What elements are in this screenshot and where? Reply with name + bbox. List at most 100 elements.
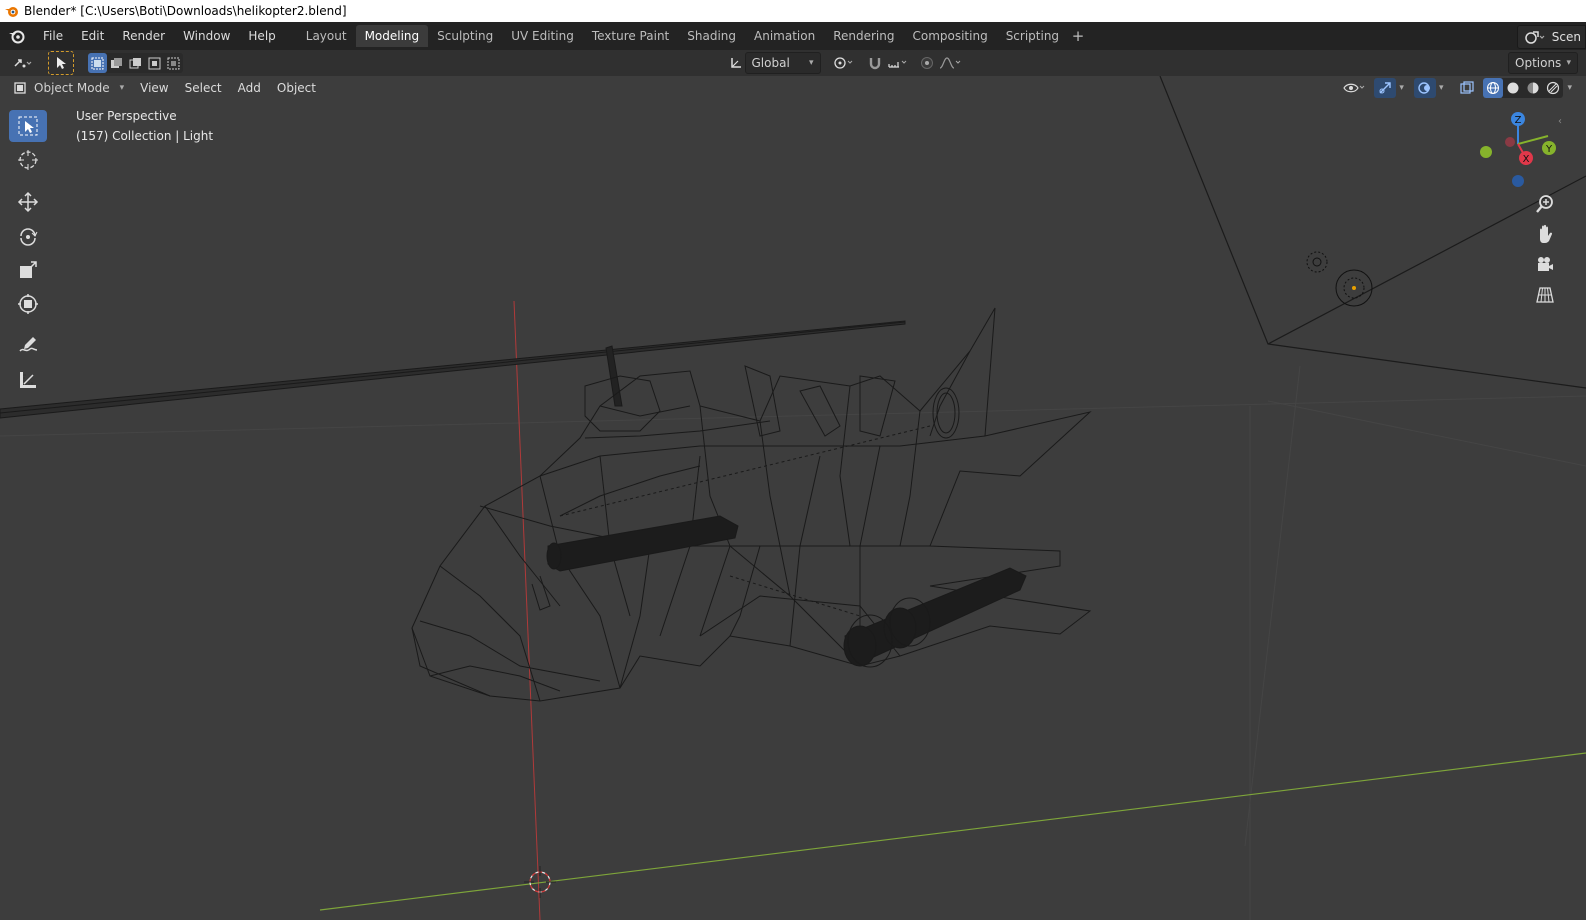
tab-layout[interactable]: Layout [297, 25, 356, 47]
gizmo-y-axis[interactable]: Y [1542, 141, 1556, 155]
gizmo-negative-z-dot[interactable] [1512, 175, 1524, 187]
collection-label: (157) Collection | Light [76, 129, 214, 143]
navigation-gizmo[interactable]: Z Y X [1476, 106, 1566, 196]
move-tool[interactable] [9, 186, 47, 218]
scale-tool[interactable] [9, 254, 47, 286]
shading-dropdown-chevron-icon[interactable]: ▾ [1567, 83, 1572, 93]
x-axis-line [513, 300, 541, 920]
blender-menu-button[interactable] [0, 28, 34, 44]
object-visibility-dropdown[interactable] [1340, 78, 1370, 98]
shading-solid-button[interactable] [1503, 78, 1523, 98]
viewport-menu-select[interactable]: Select [177, 78, 230, 98]
gizmo-z-label: Z [1515, 115, 1522, 126]
shading-wireframe-button[interactable] [1483, 78, 1504, 98]
menu-edit[interactable]: Edit [72, 25, 113, 47]
tab-modeling[interactable]: Modeling [355, 25, 429, 47]
select-box-tool[interactable] [9, 110, 47, 142]
ruler-icon [20, 372, 36, 388]
3d-viewport[interactable]: User Perspective (157) Collection | Ligh… [0, 76, 1586, 920]
rendered-sphere-icon [1547, 81, 1560, 95]
select-mode-new-button[interactable] [88, 53, 107, 73]
gizmo-x-axis[interactable]: X [1519, 151, 1533, 165]
snap-toggle-button[interactable] [865, 53, 885, 73]
tab-scripting[interactable]: Scripting [997, 25, 1068, 47]
viewport-menu-object[interactable]: Object [269, 78, 324, 98]
editor-type-icon [14, 59, 32, 68]
gizmo-negative-x-dot[interactable] [1505, 137, 1515, 147]
orthographic-toggle-button[interactable] [1530, 281, 1560, 309]
object-mode-dropdown[interactable]: Object Mode ▾ [8, 78, 128, 98]
zoom-button[interactable] [1530, 190, 1560, 218]
menu-file[interactable]: File [34, 25, 72, 47]
viewport-menu-add[interactable]: Add [230, 78, 269, 98]
menu-help[interactable]: Help [239, 25, 284, 47]
selection-mode-group [88, 53, 183, 73]
select-mode-invert-button[interactable] [145, 53, 164, 73]
camera-view-button[interactable] [1530, 251, 1560, 279]
shading-material-button[interactable] [1523, 78, 1543, 98]
pivot-point-dropdown[interactable] [829, 53, 859, 73]
rotate-tool[interactable] [9, 220, 47, 252]
editor-type-button[interactable] [8, 53, 38, 73]
gizmo-icon [1379, 82, 1392, 94]
tab-animation[interactable]: Animation [745, 25, 824, 47]
select-mode-intersect-button[interactable] [164, 53, 183, 73]
chevron-down-icon: ▾ [119, 83, 125, 93]
eye-icon [1343, 83, 1365, 93]
xray-toggle-button[interactable] [1457, 78, 1477, 98]
overlays-toggle-button[interactable] [1413, 78, 1436, 98]
gizmo-toggle-button[interactable] [1374, 78, 1397, 98]
light-object [1306, 251, 1328, 273]
pan-button[interactable] [1530, 220, 1560, 248]
transform-orientation-icon-button [727, 53, 745, 73]
select-subtract-icon [129, 57, 141, 68]
transform-orientation-dropdown[interactable]: Global ▾ [744, 52, 821, 74]
tab-uv-editing[interactable]: UV Editing [502, 25, 583, 47]
overlays-dropdown-chevron-icon[interactable]: ▾ [1439, 83, 1444, 93]
viewport-menu-view[interactable]: View [132, 78, 176, 98]
snap-target-dropdown[interactable] [885, 53, 911, 73]
select-mode-extend-button[interactable] [107, 53, 126, 73]
add-workspace-button[interactable]: + [1068, 27, 1088, 45]
select-tool-settings-button[interactable] [48, 51, 74, 75]
gizmo-negative-y-dot[interactable] [1480, 146, 1492, 158]
measure-tool[interactable] [9, 364, 47, 396]
chevron-down-icon: ▾ [808, 58, 814, 68]
magnet-icon [869, 58, 880, 70]
select-mode-subtract-button[interactable] [126, 53, 145, 73]
menu-window[interactable]: Window [174, 25, 239, 47]
viewport-scene [0, 76, 1586, 920]
scene-name: Scen [1551, 30, 1581, 44]
menu-render[interactable]: Render [113, 25, 174, 47]
shading-rendered-button[interactable] [1543, 78, 1563, 98]
transform-icon [18, 294, 38, 314]
camera-light-object [1335, 269, 1373, 307]
tab-rendering[interactable]: Rendering [824, 25, 903, 47]
snap-increment-icon [887, 60, 906, 68]
tab-compositing[interactable]: Compositing [903, 25, 996, 47]
scene-icon [1525, 31, 1545, 44]
transform-tool[interactable] [9, 288, 47, 320]
material-sphere-icon [1527, 82, 1539, 94]
gizmo-z-axis[interactable]: Z [1511, 112, 1525, 126]
tab-sculpting[interactable]: Sculpting [428, 25, 502, 47]
helicopter-wireframe [0, 307, 1092, 702]
falloff-curve-icon [939, 57, 960, 69]
proportional-falloff-dropdown[interactable] [937, 53, 965, 73]
proportional-editing-toggle[interactable] [917, 53, 937, 73]
camera-icon [1538, 257, 1553, 271]
blender-logo-icon [9, 30, 25, 44]
scene-selector[interactable]: Scen [1516, 25, 1586, 49]
options-dropdown[interactable]: Options ▾ [1508, 52, 1578, 74]
rotate-icon [20, 228, 38, 246]
cursor-tool[interactable] [9, 144, 47, 176]
tab-shading[interactable]: Shading [678, 25, 745, 47]
tab-texture-paint[interactable]: Texture Paint [583, 25, 678, 47]
crosshair-cursor-icon [18, 150, 38, 170]
annotate-tool[interactable] [9, 330, 47, 362]
xray-icon [1460, 81, 1475, 94]
gizmo-dropdown-chevron-icon[interactable]: ▾ [1399, 83, 1404, 93]
orientation-axes-icon [730, 58, 741, 68]
scale-icon [20, 261, 37, 278]
select-intersect-icon [167, 57, 180, 69]
